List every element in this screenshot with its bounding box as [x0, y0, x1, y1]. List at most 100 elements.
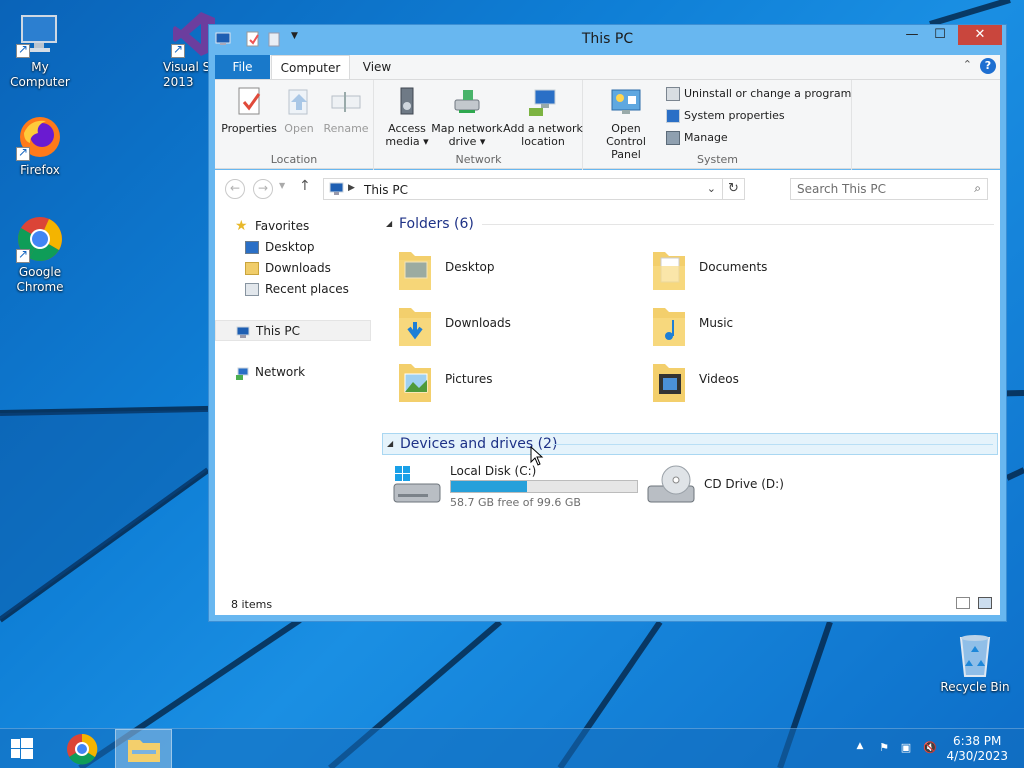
- open-button[interactable]: Open: [279, 86, 319, 135]
- windows-logo-icon: [11, 738, 33, 759]
- search-icon[interactable]: ⌕: [974, 181, 981, 196]
- collapse-triangle-icon: ◢: [386, 219, 393, 228]
- refresh-icon[interactable]: ↻: [722, 179, 744, 199]
- desktop-icon-recycle-bin[interactable]: Recycle Bin: [935, 630, 1015, 695]
- nav-desktop[interactable]: Desktop: [215, 237, 371, 258]
- collapse-triangle-icon: ◢: [387, 439, 394, 448]
- music-folder-icon: [649, 302, 689, 350]
- title-bar[interactable]: ▼ This PC — ☐ ✕: [209, 25, 1006, 53]
- ribbon: Properties Open Rename Location Access m…: [215, 79, 1000, 170]
- manage-label: Manage: [684, 131, 728, 144]
- uninstall-icon: [666, 87, 680, 101]
- manage-button[interactable]: Manage: [666, 129, 728, 149]
- details-view-icon[interactable]: [956, 597, 970, 609]
- desktop-icon-firefox[interactable]: Firefox: [0, 113, 80, 178]
- folder-tile-videos[interactable]: Videos: [637, 354, 877, 410]
- taskbar-chrome-button[interactable]: [56, 729, 112, 768]
- search-box[interactable]: ⌕: [790, 178, 988, 200]
- group-divider: [553, 444, 993, 445]
- clock-date: 4/30/2023: [946, 749, 1008, 763]
- nav-network[interactable]: Network: [215, 362, 371, 383]
- minimize-ribbon-chevron-icon[interactable]: ⌃: [963, 58, 972, 71]
- forward-arrow-icon[interactable]: →: [253, 179, 273, 199]
- address-dropdown-icon[interactable]: ⌄: [707, 182, 716, 195]
- large-icons-view-icon[interactable]: [978, 597, 992, 609]
- start-button[interactable]: [0, 729, 56, 768]
- tray-overflow-icon[interactable]: ▲: [852, 741, 868, 757]
- desktop-icon-chrome[interactable]: Google Chrome: [0, 215, 80, 295]
- drive-tile-cd-drive[interactable]: CD Drive (D:): [644, 460, 894, 516]
- file-explorer-icon: [128, 740, 160, 762]
- tab-computer[interactable]: Computer: [271, 55, 350, 79]
- back-arrow-icon[interactable]: ←: [225, 179, 245, 199]
- folder-tile-music[interactable]: Music: [637, 298, 877, 354]
- map-network-drive-label-1: Map network: [431, 122, 503, 135]
- properties-button[interactable]: Properties: [221, 86, 277, 135]
- taskbar-explorer-button[interactable]: [115, 729, 172, 768]
- nav-favorites[interactable]: ★ Favorites: [215, 216, 371, 237]
- network-nav-icon: [235, 366, 249, 380]
- nav-this-pc[interactable]: This PC: [215, 320, 371, 341]
- group-header-label: Folders (6): [399, 216, 474, 232]
- nav-downloads-label: Downloads: [265, 261, 331, 275]
- recent-places-nav-icon: [245, 283, 259, 296]
- open-icon: [283, 86, 315, 118]
- map-network-drive-button[interactable]: Map network drive ▾: [429, 86, 505, 148]
- add-network-location-icon: [527, 86, 559, 118]
- properties-icon: [233, 86, 265, 118]
- drive-tile-local-disk[interactable]: Local Disk (C:) 58.7 GB free of 99.6 GB: [390, 460, 640, 516]
- help-icon[interactable]: ?: [980, 58, 996, 74]
- nav-recent-places-label: Recent places: [265, 282, 349, 296]
- map-network-drive-icon: [451, 86, 483, 118]
- address-bar[interactable]: ▶ This PC ⌄ ↻: [323, 178, 745, 200]
- drive-label: Local Disk (C:): [450, 464, 537, 478]
- desktop-icon-my-computer[interactable]: My Computer: [0, 10, 80, 90]
- volume-muted-icon[interactable]: 🔇: [922, 741, 938, 757]
- folder-label: Downloads: [445, 316, 511, 330]
- rename-button[interactable]: Rename: [321, 86, 371, 135]
- folder-tile-pictures[interactable]: Pictures: [383, 354, 623, 410]
- drive-label: CD Drive (D:): [704, 477, 784, 491]
- maximize-button[interactable]: ☐: [926, 25, 954, 45]
- uninstall-program-button[interactable]: Uninstall or change a program: [666, 85, 851, 105]
- explorer-window[interactable]: ▼ This PC — ☐ ✕ File Computer View ⌃ ? P…: [208, 24, 1007, 622]
- minimize-button[interactable]: —: [898, 25, 926, 45]
- system-properties-button[interactable]: System properties: [666, 107, 785, 127]
- folder-label: Pictures: [445, 372, 493, 386]
- up-arrow-icon[interactable]: ↑: [299, 178, 311, 194]
- rename-icon: [330, 86, 362, 118]
- access-media-label-1: Access: [388, 122, 426, 135]
- address-chevron-icon[interactable]: ▶: [348, 183, 355, 193]
- group-header-folders[interactable]: ◢ Folders (6): [382, 214, 998, 236]
- mouse-cursor-icon: [530, 445, 544, 469]
- drive-usage-fill: [451, 481, 528, 492]
- tab-file[interactable]: File: [215, 55, 270, 79]
- item-count: 8 items: [231, 598, 273, 611]
- desktop-icon-label: Recycle Bin: [940, 680, 1010, 694]
- add-network-location-button[interactable]: Add a network location: [503, 86, 583, 148]
- folder-tile-desktop[interactable]: Desktop: [383, 242, 623, 298]
- search-input[interactable]: [797, 181, 965, 197]
- network-tray-icon[interactable]: ▣: [898, 741, 914, 757]
- recent-locations-chevron-icon[interactable]: ▼: [279, 181, 285, 190]
- open-control-panel-button[interactable]: Open Control Panel: [590, 86, 662, 161]
- nav-recent-places[interactable]: Recent places: [215, 279, 371, 300]
- action-center-flag-icon[interactable]: ⚑: [876, 741, 892, 757]
- clock[interactable]: 6:38 PM 4/30/2023: [946, 734, 1008, 764]
- uninstall-label: Uninstall or change a program: [684, 87, 852, 100]
- ribbon-group-label: Location: [270, 153, 318, 166]
- nav-downloads[interactable]: Downloads: [215, 258, 371, 279]
- downloads-nav-icon: [245, 262, 259, 275]
- tab-view[interactable]: View: [351, 55, 403, 79]
- folder-tile-documents[interactable]: Documents: [637, 242, 877, 298]
- folder-tile-downloads[interactable]: Downloads: [383, 298, 623, 354]
- system-properties-icon: [666, 109, 680, 123]
- add-network-location-label-2: location: [521, 135, 565, 148]
- ribbon-group-location: Properties Open Rename Location: [215, 80, 374, 170]
- open-control-panel-label-1: Open Control: [606, 122, 646, 148]
- access-media-button[interactable]: Access media ▾: [379, 86, 435, 148]
- close-button[interactable]: ✕: [958, 25, 1002, 45]
- group-header-devices[interactable]: ◢ Devices and drives (2): [382, 433, 998, 455]
- nav-network-label: Network: [255, 365, 306, 379]
- ribbon-group-label: Network: [455, 153, 502, 166]
